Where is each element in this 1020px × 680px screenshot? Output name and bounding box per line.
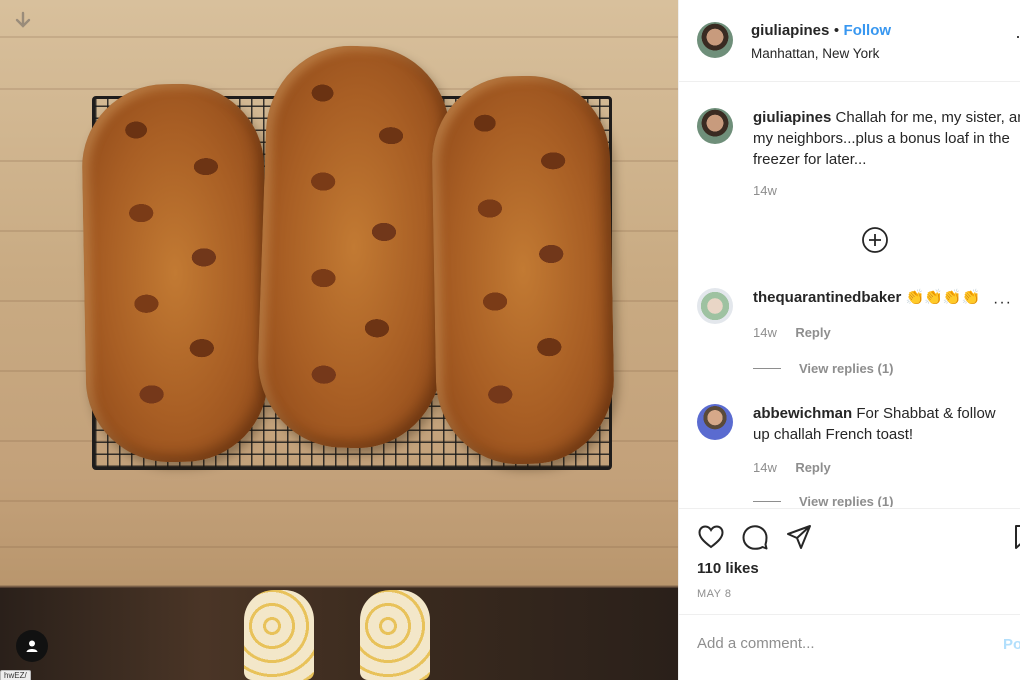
comment-username[interactable]: thequarantinedbaker	[753, 289, 901, 306]
comment-time[interactable]: 14w	[753, 460, 777, 475]
challah-loaf	[80, 82, 270, 464]
reply-button[interactable]: Reply	[795, 325, 830, 340]
location-link[interactable]: Manhattan, New York	[751, 46, 879, 61]
tagged-user-icon[interactable]	[16, 630, 48, 662]
avatar[interactable]	[697, 108, 733, 144]
caption-time[interactable]: 14w	[753, 183, 777, 198]
post-date[interactable]: MAY 8	[697, 588, 732, 600]
post-photo[interactable]: hwEZ/	[0, 0, 678, 680]
challah-loaf	[255, 42, 453, 452]
sock	[244, 590, 314, 680]
plus-circle-icon[interactable]	[861, 226, 889, 254]
comment-username[interactable]: abbewichman	[753, 405, 852, 422]
download-icon[interactable]	[12, 10, 34, 32]
owner-username[interactable]: giuliapines	[751, 22, 829, 39]
post-comment-button[interactable]: Post	[1003, 636, 1020, 653]
post-actions: 110 likes MAY 8	[679, 508, 1020, 614]
heart-icon[interactable]	[697, 523, 725, 551]
replies-line	[753, 501, 781, 502]
likes-count[interactable]: 110 likes	[697, 560, 759, 577]
add-comment-bar: Post	[679, 614, 1020, 680]
view-replies-label: View replies (1)	[799, 496, 894, 507]
post-header: giuliapines • Follow Manhattan, New York…	[679, 0, 1020, 82]
more-options-button[interactable]: ···	[1015, 26, 1020, 47]
comment: abbewichman For Shabbat & follow up chal…	[753, 403, 1015, 445]
caption-username[interactable]: giuliapines	[753, 109, 831, 126]
add-comment-input[interactable]	[697, 635, 977, 652]
view-replies-button[interactable]: View replies (1)	[753, 361, 893, 376]
comment-options-button[interactable]: ···	[993, 294, 1012, 312]
caption: giuliapines Challah for me, my sister, a…	[753, 107, 1020, 170]
follow-button[interactable]: Follow	[844, 22, 892, 39]
comment-icon[interactable]	[741, 523, 769, 551]
comment-time[interactable]: 14w	[753, 325, 777, 340]
avatar[interactable]	[697, 288, 733, 324]
avatar[interactable]	[697, 404, 733, 440]
bookmark-icon[interactable]	[1011, 523, 1020, 551]
next-photo-strip	[0, 588, 678, 680]
more-options-icon: ···	[1015, 26, 1020, 46]
separator-dot: •	[833, 22, 840, 39]
sock	[360, 590, 430, 680]
view-replies-button[interactable]: View replies (1)	[753, 496, 893, 507]
challah-loaf	[430, 74, 616, 466]
post-side-panel: giuliapines • Follow Manhattan, New York…	[678, 0, 1020, 680]
comment: thequarantinedbaker 👏👏👏👏	[753, 287, 993, 308]
link-tag: hwEZ/	[0, 670, 31, 680]
replies-line	[753, 368, 781, 369]
reply-button[interactable]: Reply	[795, 460, 830, 475]
share-icon[interactable]	[785, 523, 813, 551]
comment-text: 👏👏👏👏	[905, 289, 981, 306]
more-options-icon: ···	[993, 294, 1012, 311]
avatar[interactable]	[697, 22, 733, 58]
view-replies-label: View replies (1)	[799, 361, 894, 376]
